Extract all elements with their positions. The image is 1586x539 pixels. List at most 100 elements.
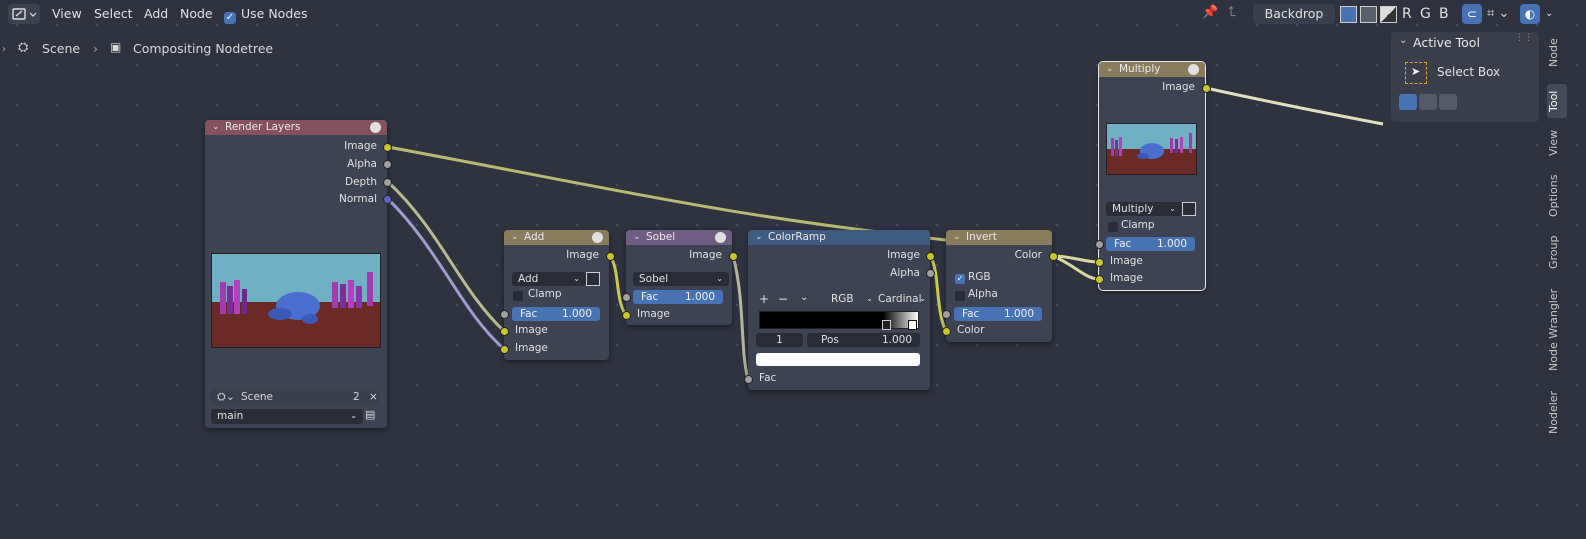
ramp-stop-handle-active[interactable] — [908, 320, 917, 330]
socket-add-out[interactable] — [606, 252, 615, 261]
tab-node[interactable]: Node — [1547, 36, 1567, 70]
mode-new-selection-icon[interactable] — [1399, 94, 1417, 110]
socket-invert-fac[interactable] — [942, 310, 951, 319]
snap-toggle[interactable]: ⊂ — [1462, 4, 1482, 24]
render-layer-icon[interactable]: ▤ — [365, 408, 375, 421]
node-add[interactable]: ⌄ Add Image Add ⌄ Clamp Fac 1.000 Image … — [504, 230, 609, 360]
drag-handle-icon[interactable]: ⋮⋮ — [1515, 33, 1533, 43]
node-render-layers[interactable]: ⌄ Render Layers Image Alpha Depth Normal… — [205, 120, 387, 428]
socket-invert-in[interactable] — [942, 327, 951, 336]
clamp-checkbox[interactable] — [513, 291, 523, 301]
mode-subtract-selection-icon[interactable] — [1439, 94, 1457, 110]
clamp-checkbox[interactable] — [1108, 222, 1118, 232]
menu-select[interactable]: Select — [92, 4, 135, 24]
color-ramp-gradient[interactable] — [759, 311, 919, 330]
socket-render-image[interactable] — [383, 143, 392, 152]
tab-nodeler[interactable]: Nodeler — [1547, 387, 1567, 437]
pin-icon[interactable]: 📌 — [1202, 5, 1218, 20]
interpolation-dropdown[interactable]: Cardinal ⌄ — [872, 292, 926, 306]
node-header[interactable]: ⌄ Add — [504, 230, 609, 245]
channel-r-button[interactable]: R — [1400, 4, 1414, 24]
socket-render-depth[interactable] — [383, 178, 392, 187]
snap-element-dropdown[interactable]: ⌗ ⌄ — [1485, 4, 1515, 24]
stop-position-field[interactable]: Pos 1.000 — [807, 333, 920, 347]
overlays-toggle[interactable]: ◐ — [1520, 4, 1540, 24]
node-header[interactable]: ⌄ Render Layers — [205, 120, 387, 135]
ramp-stop-handle[interactable] — [882, 320, 891, 330]
render-icon[interactable] — [715, 232, 726, 243]
color-mode-dropdown[interactable]: RGB ⌄ — [825, 292, 873, 306]
channel-b-button[interactable]: B — [1437, 4, 1451, 24]
use-nodes-toggle[interactable]: ✓ Use Nodes — [222, 4, 309, 24]
node-multiply[interactable]: ⌄ Multiply Image Multiply ⌄ Clamp Fac 1.… — [1098, 61, 1206, 291]
overlays-dropdown-arrow[interactable]: ⌄ — [1543, 4, 1555, 24]
socket-sobel-out[interactable] — [729, 252, 738, 261]
socket-colorramp-fac[interactable] — [744, 375, 753, 384]
collapse-chevron-icon[interactable]: ⌄ — [212, 120, 220, 135]
socket-multiply-in-2[interactable] — [1095, 275, 1104, 284]
node-invert[interactable]: ⌄ Invert Color ✓ RGB Alpha Fac 1.000 Col… — [946, 230, 1052, 342]
blend-mode-dropdown[interactable]: Add ⌄ — [512, 272, 586, 286]
mode-extend-selection-icon[interactable] — [1419, 94, 1437, 110]
node-header[interactable]: ⌄ ColorRamp — [748, 230, 930, 245]
blend-mode-dropdown[interactable]: Multiply ⌄ — [1106, 202, 1182, 216]
ramp-menu-icon[interactable]: ⌄ — [800, 292, 808, 303]
breadcrumb-toggle-icon[interactable]: › — [2, 44, 6, 55]
use-alpha-icon[interactable] — [586, 272, 600, 286]
tab-group[interactable]: Group — [1547, 232, 1567, 272]
socket-multiply-in-1[interactable] — [1095, 258, 1104, 267]
socket-invert-out[interactable] — [1049, 252, 1058, 261]
editor-type-button[interactable] — [8, 4, 40, 24]
rgb-checkbox[interactable]: ✓ — [955, 274, 965, 284]
socket-add-in-2[interactable] — [500, 345, 509, 354]
fac-slider[interactable]: Fac 1.000 — [512, 307, 600, 321]
parent-node-tree-icon[interactable]: ⮤ — [1228, 4, 1242, 20]
menu-add[interactable]: Add — [142, 4, 170, 24]
fac-slider[interactable]: Fac 1.000 — [954, 307, 1042, 321]
render-icon[interactable] — [370, 122, 381, 133]
collapse-chevron-icon[interactable]: ⌄ — [953, 230, 961, 245]
node-colorramp[interactable]: ⌄ ColorRamp Image Alpha + − ⌄ RGB ⌄ Card… — [748, 230, 930, 390]
socket-sobel-in[interactable] — [622, 311, 631, 320]
collapse-chevron-icon[interactable]: ⌄ — [633, 230, 641, 245]
socket-render-alpha[interactable] — [383, 160, 392, 169]
socket-add-fac[interactable] — [500, 310, 509, 319]
collapse-chevron-icon[interactable]: ⌄ — [755, 230, 763, 245]
socket-colorramp-image[interactable] — [926, 252, 935, 261]
tab-view[interactable]: View — [1547, 128, 1567, 158]
alpha-checkbox[interactable] — [955, 291, 965, 301]
filter-type-dropdown[interactable]: Sobel ⌄ — [633, 272, 729, 286]
render-icon[interactable] — [1188, 64, 1199, 75]
backdrop-alpha-icon[interactable] — [1380, 6, 1397, 23]
socket-render-normal[interactable] — [383, 195, 392, 204]
node-sobel[interactable]: ⌄ Sobel Image Sobel ⌄ Fac 1.000 Image — [626, 230, 732, 325]
node-header[interactable]: ⌄ Invert — [946, 230, 1052, 245]
socket-multiply-out[interactable] — [1202, 84, 1211, 93]
menu-view[interactable]: View — [50, 4, 84, 24]
panel-collapse-icon[interactable]: ⌄ — [1399, 35, 1407, 46]
fac-slider[interactable]: Fac 1.000 — [633, 290, 723, 304]
backdrop-button[interactable]: Backdrop — [1253, 4, 1335, 24]
scene-selector[interactable]: ⛭⌄ Scene 2 × — [211, 389, 379, 405]
collapse-chevron-icon[interactable]: ⌄ — [511, 230, 519, 245]
render-icon[interactable] — [592, 232, 603, 243]
socket-add-in-1[interactable] — [500, 327, 509, 336]
backdrop-color-alpha-icon[interactable] — [1340, 6, 1357, 23]
render-layer-dropdown[interactable]: main ⌄ — [211, 409, 363, 424]
socket-sobel-fac[interactable] — [622, 293, 631, 302]
node-header[interactable]: ⌄ Sobel — [626, 230, 732, 245]
collapse-chevron-icon[interactable]: ⌄ — [1106, 62, 1114, 77]
tab-options[interactable]: Options — [1547, 172, 1567, 220]
menu-node[interactable]: Node — [178, 4, 215, 24]
channel-g-button[interactable]: G — [1418, 4, 1433, 24]
tab-tool[interactable]: Tool — [1547, 84, 1567, 118]
socket-colorramp-alpha[interactable] — [926, 269, 935, 278]
remove-stop-icon[interactable]: − — [778, 292, 788, 306]
use-alpha-icon[interactable] — [1182, 202, 1196, 216]
socket-multiply-fac[interactable] — [1095, 240, 1104, 249]
fac-slider[interactable]: Fac 1.000 — [1106, 237, 1195, 251]
add-stop-icon[interactable]: + — [759, 292, 769, 306]
stop-color-swatch[interactable] — [756, 353, 920, 366]
tab-node-wrangler[interactable]: Node Wrangler — [1547, 287, 1567, 373]
backdrop-color-icon[interactable] — [1360, 6, 1377, 23]
